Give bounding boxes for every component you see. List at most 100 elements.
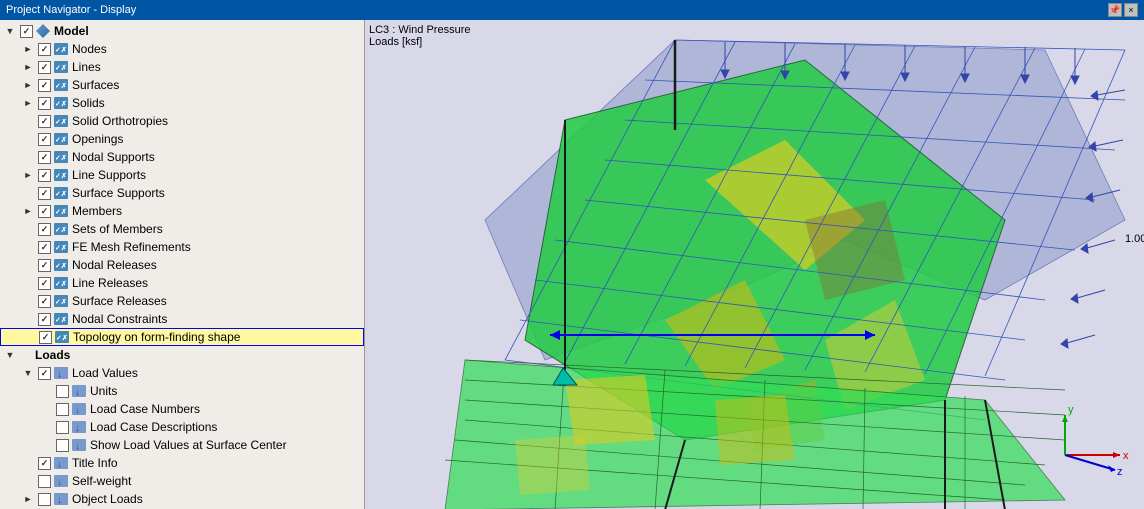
tree-item-solids[interactable]: ► ✓✗ Solids <box>0 94 364 112</box>
checkbox[interactable] <box>38 133 51 146</box>
checkbox[interactable] <box>38 457 51 470</box>
pin-button[interactable]: 📌 <box>1108 3 1122 17</box>
item-label: Object Loads <box>72 492 143 506</box>
svg-text:y: y <box>1068 404 1074 416</box>
expand-icon[interactable]: ▼ <box>2 23 18 39</box>
main-layout: ▼Model► ✓✗ Nodes► ✓✗ Lines► ✓✗ Surfaces►… <box>0 20 1144 509</box>
checkbox[interactable] <box>38 187 51 200</box>
item-icon: ↓ <box>71 384 87 398</box>
expand-icon[interactable]: ▼ <box>20 365 36 381</box>
item-icon: ✓✗ <box>53 78 69 92</box>
checkbox[interactable] <box>38 43 51 56</box>
checkbox[interactable] <box>38 493 51 506</box>
svg-text:✓✗: ✓✗ <box>55 316 67 324</box>
item-label: Show Load Values at Surface Center <box>90 438 287 452</box>
item-label: Nodal Releases <box>72 258 157 272</box>
svg-text:↓: ↓ <box>75 387 80 397</box>
item-label: Nodal Constraints <box>72 312 167 326</box>
item-label: Surfaces <box>72 78 119 92</box>
svg-text:✓✗: ✓✗ <box>55 298 67 306</box>
checkbox[interactable] <box>38 115 51 128</box>
item-icon: ↓ <box>71 420 87 434</box>
checkbox[interactable] <box>38 277 51 290</box>
checkbox[interactable] <box>56 403 69 416</box>
expand-icon[interactable]: ► <box>20 491 36 507</box>
expand-icon[interactable]: ► <box>20 59 36 75</box>
tree-item-show-load-values[interactable]: ► ↓ Show Load Values at Surface Center <box>0 436 364 454</box>
expand-icon[interactable]: ► <box>20 41 36 57</box>
item-label: Load Case Descriptions <box>90 420 217 434</box>
tree-item-nodes[interactable]: ► ✓✗ Nodes <box>0 40 364 58</box>
checkbox[interactable] <box>38 205 51 218</box>
tree-item-line-supports[interactable]: ► ✓✗ Line Supports <box>0 166 364 184</box>
checkbox[interactable] <box>38 169 51 182</box>
expand-icon[interactable]: ► <box>20 95 36 111</box>
checkbox[interactable] <box>56 385 69 398</box>
tree-item-topology[interactable]: ► ✓✗ Topology on form-finding shape <box>0 328 364 346</box>
checkbox[interactable] <box>38 259 51 272</box>
tree-item-members[interactable]: ► ✓✗ Members <box>0 202 364 220</box>
tree-container[interactable]: ▼Model► ✓✗ Nodes► ✓✗ Lines► ✓✗ Surfaces►… <box>0 20 364 509</box>
tree-item-surface-supports[interactable]: ► ✓✗ Surface Supports <box>0 184 364 202</box>
checkbox[interactable] <box>56 421 69 434</box>
checkbox[interactable] <box>38 241 51 254</box>
tree-item-surface-releases[interactable]: ► ✓✗ Surface Releases <box>0 292 364 310</box>
title-bar-controls: 📌 × <box>1108 3 1138 17</box>
tree-item-units[interactable]: ► ↓ Units <box>0 382 364 400</box>
item-label: Sets of Members <box>72 222 163 236</box>
tree-item-openings[interactable]: ► ✓✗ Openings <box>0 130 364 148</box>
item-label: Members <box>72 204 122 218</box>
checkbox[interactable] <box>38 367 51 380</box>
svg-text:✓✗: ✓✗ <box>55 208 67 216</box>
item-label: Surface Releases <box>72 294 167 308</box>
tree-item-nodal-supports[interactable]: ► ✓✗ Nodal Supports <box>0 148 364 166</box>
item-label: Line Releases <box>72 276 148 290</box>
expand-icon[interactable]: ► <box>20 77 36 93</box>
tree-item-load-values[interactable]: ▼ ↓ Load Values <box>0 364 364 382</box>
checkbox[interactable] <box>38 475 51 488</box>
tree-item-lines[interactable]: ► ✓✗ Lines <box>0 58 364 76</box>
item-icon: ✓✗ <box>53 276 69 290</box>
checkbox[interactable] <box>39 331 52 344</box>
checkbox[interactable] <box>38 223 51 236</box>
tree-item-loads[interactable]: ▼Loads <box>0 346 364 364</box>
checkbox[interactable] <box>38 79 51 92</box>
tree-item-surfaces[interactable]: ► ✓✗ Surfaces <box>0 76 364 94</box>
checkbox[interactable] <box>38 151 51 164</box>
item-label: Nodal Supports <box>72 150 155 164</box>
tree-item-nodal-constraints[interactable]: ► ✓✗ Nodal Constraints <box>0 310 364 328</box>
checkbox[interactable] <box>56 439 69 452</box>
item-label: Line Supports <box>72 168 146 182</box>
expand-icon[interactable]: ► <box>20 203 36 219</box>
tree-item-title-info[interactable]: ► ↓ Title Info <box>0 454 364 472</box>
title-bar: Project Navigator - Display 📌 × <box>0 0 1144 20</box>
tree-item-model[interactable]: ▼Model <box>0 22 364 40</box>
tree-item-object-loads[interactable]: ► ↓ Object Loads <box>0 490 364 508</box>
item-icon: ✓✗ <box>53 240 69 254</box>
close-button[interactable]: × <box>1124 3 1138 17</box>
tree-item-solid-ortho[interactable]: ► ✓✗ Solid Orthotropies <box>0 112 364 130</box>
tree-item-sets-members[interactable]: ► ✓✗ Sets of Members <box>0 220 364 238</box>
checkbox[interactable] <box>38 61 51 74</box>
checkbox[interactable] <box>38 97 51 110</box>
svg-text:↓: ↓ <box>75 405 80 415</box>
tree-item-line-releases[interactable]: ► ✓✗ Line Releases <box>0 274 364 292</box>
tree-item-self-weight[interactable]: ► ↓ Self-weight <box>0 472 364 490</box>
svg-text:↓: ↓ <box>57 369 62 379</box>
tree-item-fe-mesh[interactable]: ► ✓✗ FE Mesh Refinements <box>0 238 364 256</box>
checkbox[interactable] <box>20 25 33 38</box>
checkbox[interactable] <box>38 313 51 326</box>
svg-text:1.00: 1.00 <box>1125 233 1144 245</box>
item-label: Lines <box>72 60 101 74</box>
tree-item-nodal-releases[interactable]: ► ✓✗ Nodal Releases <box>0 256 364 274</box>
svg-text:✓✗: ✓✗ <box>55 46 67 54</box>
expand-icon[interactable]: ► <box>20 167 36 183</box>
expand-icon[interactable]: ▼ <box>2 347 18 363</box>
item-icon: ↓ <box>71 438 87 452</box>
tree-item-load-case-numbers[interactable]: ► ↓ Load Case Numbers <box>0 400 364 418</box>
checkbox[interactable] <box>38 295 51 308</box>
item-label: Nodes <box>72 42 107 56</box>
svg-text:↓: ↓ <box>57 477 62 487</box>
tree-item-load-case-descriptions[interactable]: ► ↓ Load Case Descriptions <box>0 418 364 436</box>
item-icon: ✓✗ <box>53 168 69 182</box>
